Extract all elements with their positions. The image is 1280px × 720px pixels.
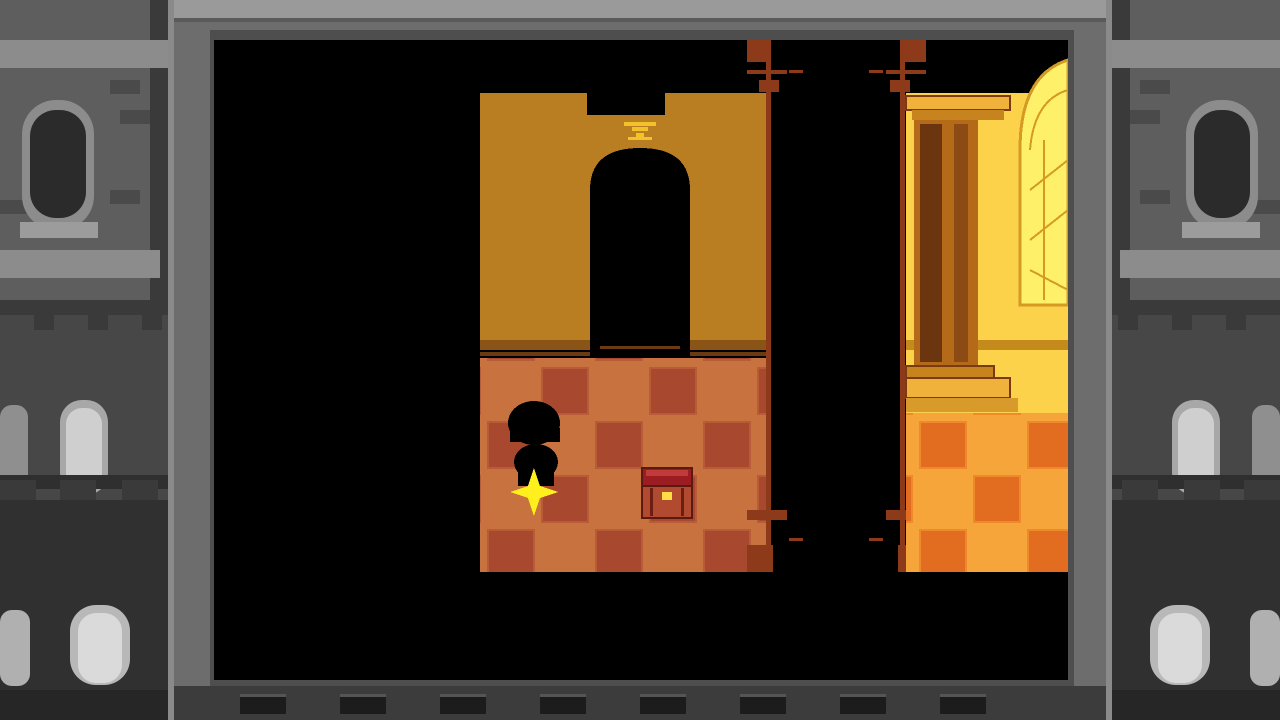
battlement: [340, 694, 386, 714]
battlement: [240, 694, 286, 714]
dark-pillar-gap: [766, 40, 906, 680]
game-viewport[interactable]: [214, 40, 1068, 680]
battlement: [440, 694, 486, 714]
battlement: [640, 694, 686, 714]
room-scene: [480, 40, 1068, 680]
treasure-chest[interactable]: [641, 467, 693, 519]
arched-doorway[interactable]: [590, 148, 690, 358]
frame-bottom-battlements: [174, 686, 1106, 720]
battlement: [940, 694, 986, 714]
battlement: [540, 694, 586, 714]
battlement: [740, 694, 786, 714]
frame-top-ledge: [174, 0, 1106, 22]
battlement: [840, 694, 886, 714]
lit-checkered-floor: [906, 413, 1068, 572]
stained-glass-window: [1018, 58, 1068, 307]
